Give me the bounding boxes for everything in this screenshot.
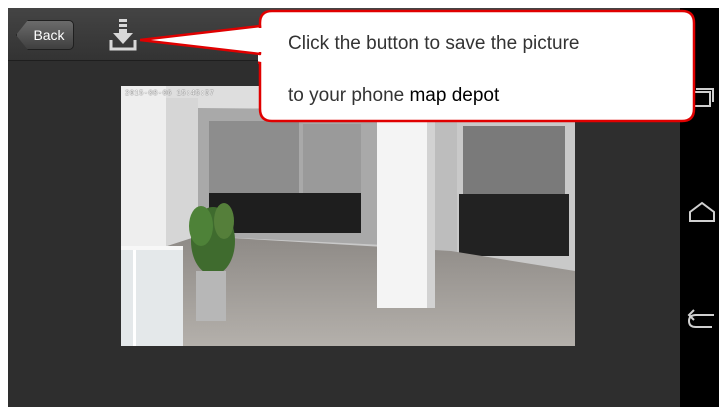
office-scene-image [121, 86, 575, 346]
callout-line-2-prefix: to your phone [288, 85, 410, 106]
download-icon [109, 19, 137, 51]
video-timestamp: 2015-08-06 15:45:57 [125, 90, 215, 98]
save-picture-button[interactable] [108, 18, 138, 52]
camera-snapshot: 2015-08-06 15:45:57 [121, 86, 575, 346]
callout-line-2: to your phone map depot [288, 70, 676, 122]
callout-message: Click the button to save the picture to … [288, 18, 676, 122]
callout-line-1: Click the button to save the picture [288, 33, 580, 54]
back-icon[interactable] [686, 306, 718, 336]
home-icon[interactable] [686, 198, 718, 228]
back-button[interactable]: Back [16, 20, 74, 50]
callout-highlight: map depot [409, 85, 500, 106]
callout-pointer [140, 24, 262, 56]
